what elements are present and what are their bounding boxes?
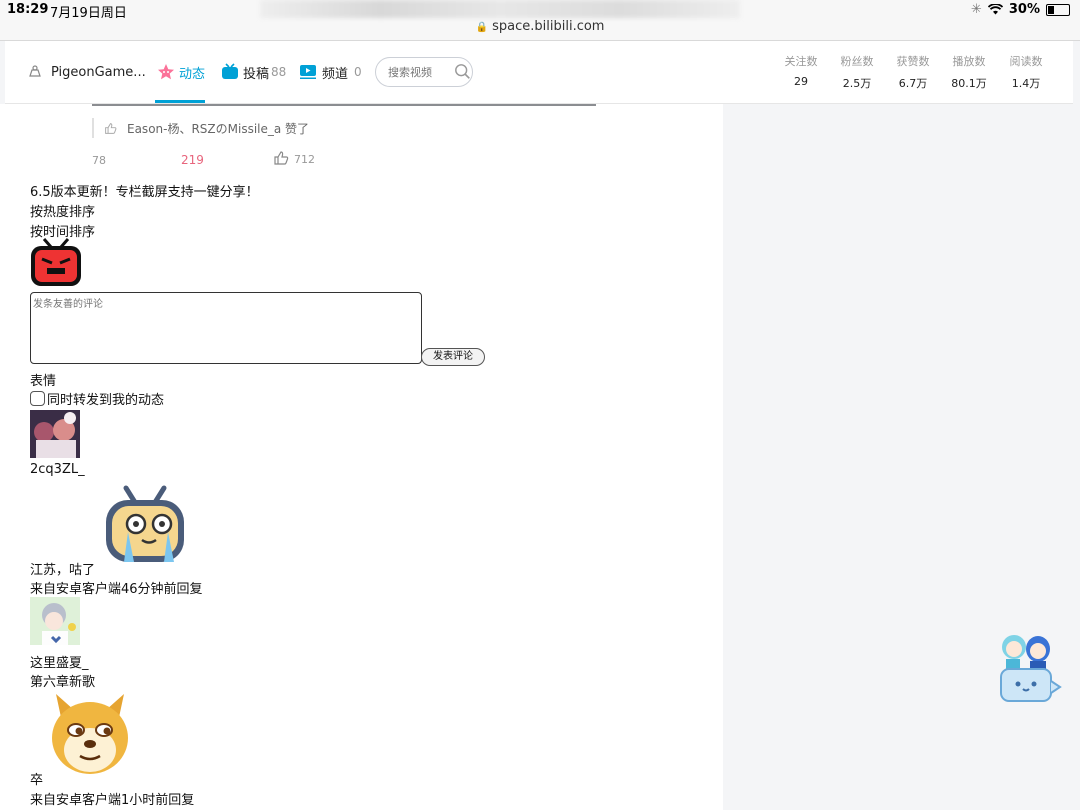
url-text: space.bilibili.com [492,19,605,34]
stat-value: 1.4万 [1011,77,1041,90]
tab-channel[interactable]: 频道 0 [299,41,362,103]
tab-dynamic-label: 动态 [179,66,206,82]
sort-hot-link[interactable]: 按热度排序 [30,201,95,220]
stat-value: 2.5万 [842,77,872,90]
space-top-nav: PigeonGame... 动态 投稿 88 频道 0 关注 [5,41,1073,104]
comment-text: 江苏，咕了 [30,563,96,578]
update-notice[interactable]: 6.5版本更新！专栏截屏支持一键分享！ [30,181,259,200]
active-tab-indicator [155,100,205,103]
username: PigeonGame... [51,64,146,80]
stat-label: 获赞数 [896,55,930,68]
user-home-icon [29,65,41,77]
channel-count: 0 [354,65,362,79]
forward-toggle[interactable]: 同时转发到我的动态 [30,389,164,408]
comment-meta: 来自安卓客户端46分钟前回复 [30,582,203,597]
stat-following[interactable]: 关注数 29 [776,53,826,88]
stat-followers[interactable]: 粉丝数 2.5万 [832,53,882,91]
tv-mascot-icon [31,238,81,286]
tab-dynamic[interactable]: 动态 [157,41,205,103]
thumb-up-icon [105,122,117,134]
dynamic-icon [158,64,174,80]
comment-input[interactable] [30,292,422,364]
thumb-up-icon [274,151,289,165]
channel-icon [300,65,316,79]
doge-emoji-icon [52,694,128,774]
search-icon[interactable] [454,62,472,82]
back-to-top-mascot-icon[interactable] [998,629,1062,705]
crying-tv-emoji-icon [106,485,184,562]
status-time: 18:29 [7,2,49,17]
lock-icon: 🔒 [475,22,488,33]
forward-label: 同时转发到我的动态 [47,393,165,408]
anime-avatar-image [30,410,80,458]
activity-icon: ✳ [970,2,982,17]
anime-avatar-image [30,597,80,645]
battery-percent: 30% [1008,2,1040,17]
emoji-button[interactable]: 表情 [30,370,56,389]
url-bar[interactable]: 🔒 space.bilibili.com [0,19,1080,34]
tab-channel-label: 频道 [322,66,349,82]
blurred-tabs [260,0,740,18]
liked-by-row: Eason-杨、RSZのMissile_a 赞了 [92,118,309,138]
tab-post[interactable]: 投稿 88 [221,41,286,103]
forward-count[interactable]: 78 [92,154,106,167]
avatar[interactable] [30,410,80,458]
comment-username[interactable]: 2cq3ZL_ [30,462,85,477]
stat-value: 29 [794,75,808,88]
liked-by-text: Eason-杨、RSZのMissile_a 赞了 [127,121,310,136]
send-comment-button[interactable]: 发表评论 [421,348,485,366]
search-box[interactable] [375,57,473,87]
search-input[interactable] [386,64,454,80]
comment-text: 卒 [30,773,44,788]
stat-reads: 阅读数 1.4万 [1001,53,1051,91]
status-indicators: ✳ 30% [971,2,1070,17]
nav-user[interactable]: PigeonGame... [27,41,146,103]
post-count: 88 [271,65,287,79]
tv-icon [222,63,238,79]
battery-icon [1046,3,1070,16]
stat-label: 阅读数 [1009,55,1043,68]
browser-status-bar: 18:29 7月19日周日 ✳ 30% 🔒 space.bilibili.com [0,0,1080,41]
stat-label: 关注数 [784,55,818,68]
stat-plays: 播放数 80.1万 [944,53,994,91]
post-image-bottom [92,104,596,106]
dynamic-feed-panel: Eason-杨、RSZのMissile_a 赞了 78 219 712 6.5版… [0,104,723,810]
forward-checkbox[interactable] [30,391,45,406]
comment-username[interactable]: 这里盛夏_ [30,652,89,671]
comment-meta: 来自安卓客户端1小时前回复 [30,793,195,808]
stat-value: 80.1万 [951,77,987,90]
avatar[interactable] [30,597,80,645]
stat-likes: 获赞数 6.7万 [888,53,938,91]
comment-count[interactable]: 219 [181,153,204,167]
tab-post-label: 投稿 [243,66,270,82]
like-button[interactable]: 712 [273,150,315,166]
wifi-icon [987,4,1003,15]
like-count: 712 [294,153,315,166]
stat-label: 播放数 [952,55,986,68]
stat-label: 粉丝数 [840,55,874,68]
stat-value: 6.7万 [898,77,928,90]
